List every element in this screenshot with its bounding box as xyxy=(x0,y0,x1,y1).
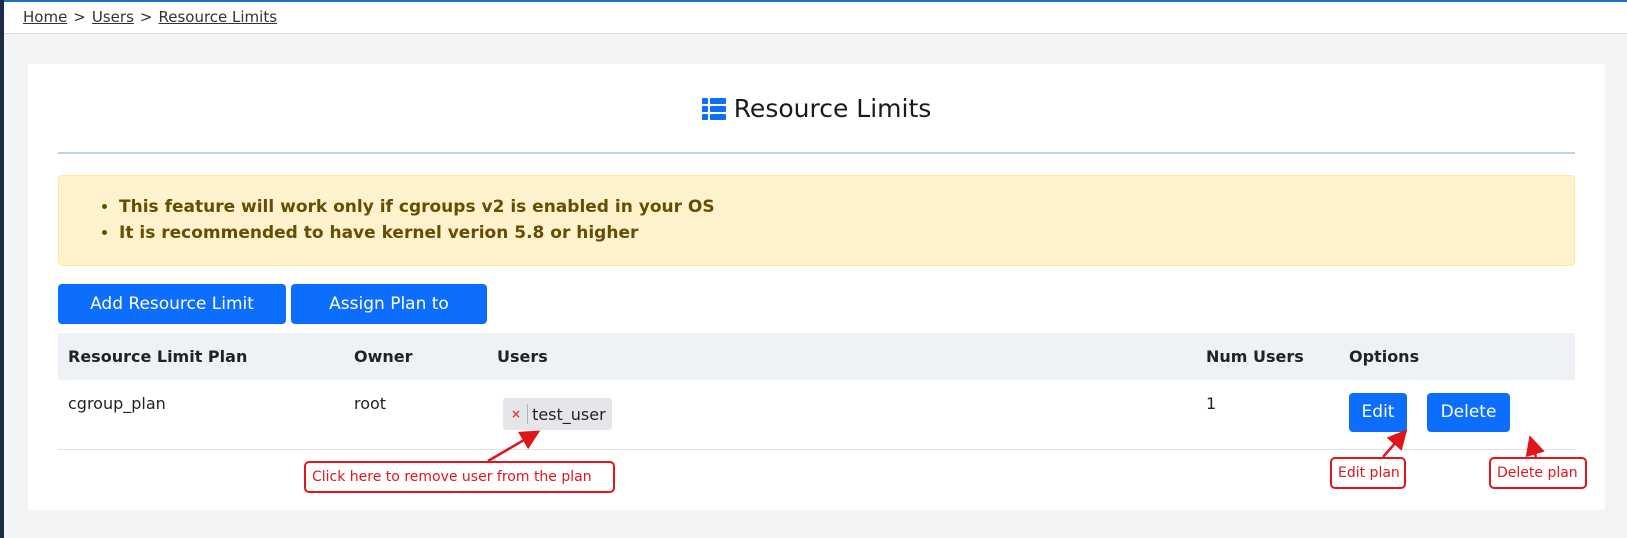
breadcrumb-users[interactable]: Users xyxy=(92,8,134,26)
annotation-remove-user: Click here to remove user from the plan xyxy=(304,461,615,493)
breadcrumb: Home > Users > Resource Limits xyxy=(4,2,1627,34)
breadcrumb-home[interactable]: Home xyxy=(23,8,67,26)
alert-item-cgroups: This feature will work only if cgroups v… xyxy=(119,194,1574,220)
user-chip-label: test_user xyxy=(532,404,606,424)
cell-plan-name: cgroup_plan xyxy=(68,394,166,413)
breadcrumb-separator: > xyxy=(73,8,86,26)
edit-plan-button[interactable]: Edit xyxy=(1349,393,1407,432)
page-title-text: Resource Limits xyxy=(733,94,932,123)
resource-limits-card: Resource Limits This feature will work o… xyxy=(28,64,1605,510)
add-resource-limit-plan-button[interactable]: Add Resource Limit Plan xyxy=(58,284,286,354)
table-row: cgroup_plan root × test_user 1 Edit Dele… xyxy=(58,380,1575,450)
assign-plan-to-users-button[interactable]: Assign Plan to Users xyxy=(291,284,487,354)
page-title: Resource Limits xyxy=(28,94,1605,126)
requirements-alert: This feature will work only if cgroups v… xyxy=(58,175,1575,266)
header-resource-limit-plan: Resource Limit Plan xyxy=(68,347,248,366)
header-options: Options xyxy=(1349,347,1420,366)
breadcrumb-resource-limits[interactable]: Resource Limits xyxy=(158,8,277,26)
header-users: Users xyxy=(497,347,548,366)
list-icon xyxy=(701,97,726,126)
annotation-edit-plan: Edit plan xyxy=(1330,457,1406,489)
annotation-delete-plan: Delete plan xyxy=(1489,457,1587,489)
breadcrumb-separator: > xyxy=(139,8,153,26)
table-header: Resource Limit Plan Owner Users Num User… xyxy=(58,333,1575,380)
left-sidebar-edge xyxy=(0,0,4,538)
cell-owner: root xyxy=(354,394,387,413)
delete-plan-button[interactable]: Delete xyxy=(1427,393,1510,432)
alert-item-kernel: It is recommended to have kernel verion … xyxy=(119,220,1574,246)
title-divider xyxy=(58,152,1575,154)
cell-num-users: 1 xyxy=(1206,394,1217,413)
user-chip: × test_user xyxy=(503,398,612,430)
header-owner: Owner xyxy=(354,347,413,366)
remove-user-icon[interactable]: × xyxy=(507,404,529,424)
header-num-users: Num Users xyxy=(1206,347,1304,366)
